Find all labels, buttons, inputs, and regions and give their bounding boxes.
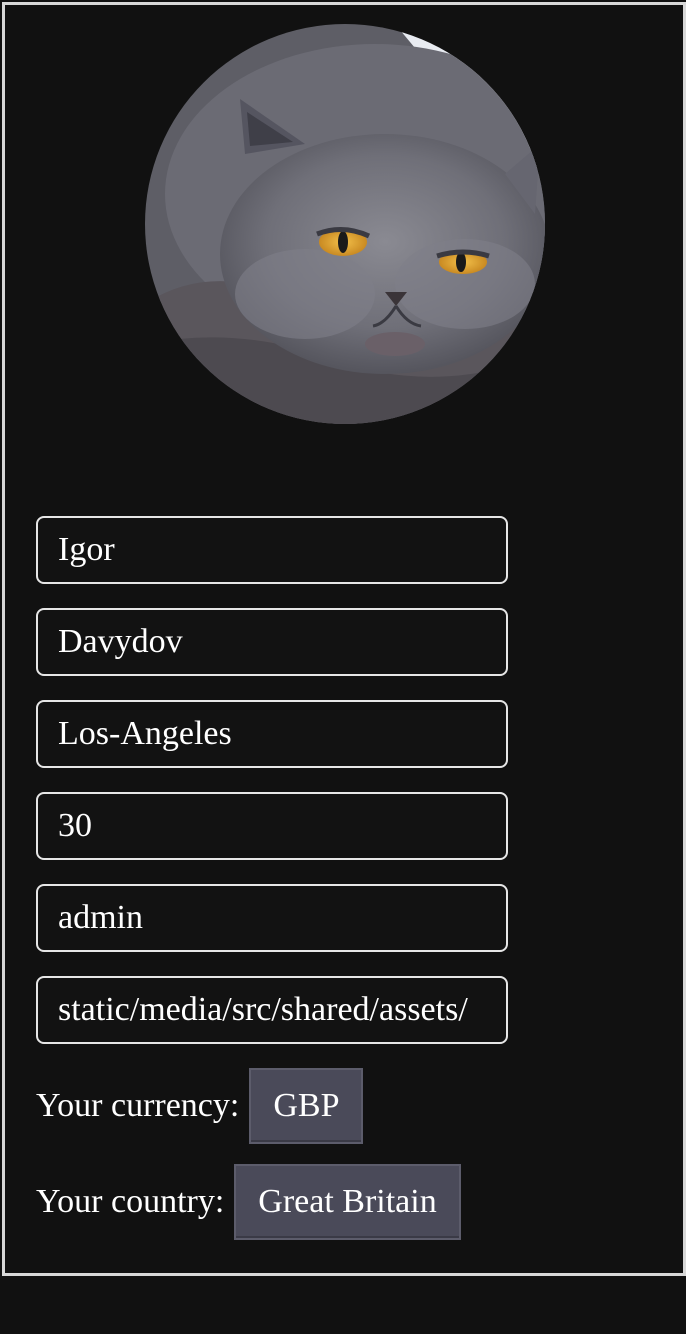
currency-select-button[interactable]: GBP: [249, 1068, 364, 1144]
age-field[interactable]: [36, 792, 508, 860]
avatar: [145, 24, 545, 424]
city-input[interactable]: [58, 715, 486, 753]
avatar-path-input[interactable]: [58, 991, 486, 1029]
last-name-field[interactable]: [36, 608, 508, 676]
profile-card: Your currency: GBP Your country: Great B…: [2, 2, 686, 1276]
country-select-button[interactable]: Great Britain: [234, 1164, 461, 1240]
country-row: Your country: Great Britain: [36, 1164, 461, 1240]
currency-label: Your currency:: [36, 1087, 240, 1124]
country-label: Your country:: [36, 1183, 225, 1220]
currency-row: Your currency: GBP: [36, 1068, 364, 1144]
last-name-input[interactable]: [58, 623, 486, 661]
role-field[interactable]: [36, 884, 508, 952]
first-name-input[interactable]: [58, 531, 486, 569]
city-field[interactable]: [36, 700, 508, 768]
role-input[interactable]: [58, 899, 486, 937]
avatar-path-field[interactable]: [36, 976, 508, 1044]
cat-avatar-image: [145, 24, 545, 424]
first-name-field[interactable]: [36, 516, 508, 584]
age-input[interactable]: [58, 807, 486, 845]
